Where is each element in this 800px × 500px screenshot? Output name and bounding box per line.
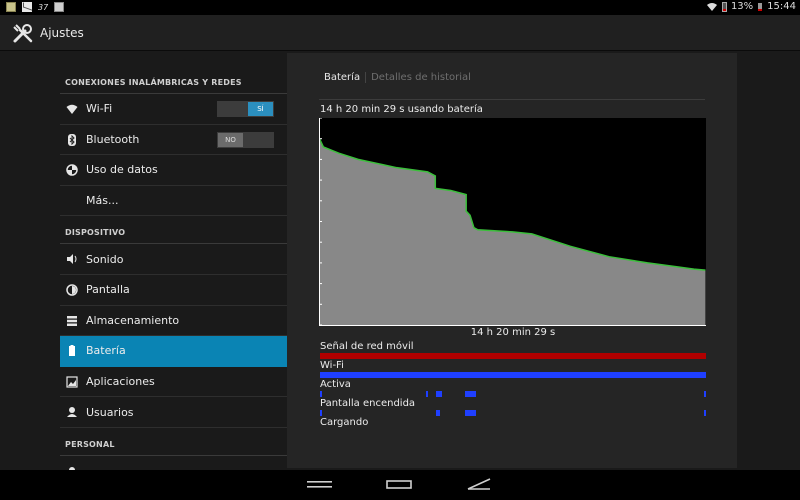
battery-percent: 13% [730, 1, 754, 12]
storage-icon [67, 315, 77, 326]
battery-small-icon [758, 2, 763, 11]
signal-segment [704, 410, 706, 416]
sidebar-item-label: Almacenamiento [86, 313, 180, 327]
sidebar-item-label: Bluetooth [86, 132, 140, 146]
wifi-icon [66, 104, 78, 114]
apps-icon [66, 376, 78, 388]
speaker-icon [67, 254, 77, 265]
section-header-personal: PERSONAL [60, 428, 287, 456]
sidebar-item-label: Wi-Fi [86, 102, 113, 116]
sidebar-item-wifi[interactable]: Wi-Fi SÍ [60, 94, 287, 125]
battery-chart [318, 117, 706, 326]
image-icon [54, 2, 65, 12]
signal-segment [704, 391, 706, 397]
sidebar-item-apps[interactable]: Aplicaciones [60, 367, 287, 398]
battery-panel: Batería Detalles de historial 14 h 20 mi… [287, 53, 737, 468]
status-system: 13% 15:44 [706, 1, 796, 12]
home-button-icon[interactable] [386, 480, 412, 489]
gmail-icon [22, 2, 32, 12]
settings-list: CONEXIONES INALÁMBRICAS Y REDES Wi-Fi SÍ… [60, 66, 287, 470]
sidebar-item-sound[interactable]: Sonido [60, 244, 287, 275]
tools-icon[interactable] [11, 21, 35, 45]
sidebar-item-data-usage[interactable]: Uso de datos [60, 155, 287, 186]
signal-row-label: Señal de red móvil [320, 341, 414, 352]
sidebar-item-storage[interactable]: Almacenamiento [60, 306, 287, 337]
sidebar-item-label: Sonido [86, 252, 124, 266]
notification-icon [6, 2, 16, 12]
tab-battery[interactable]: Batería [324, 72, 367, 83]
sidebar-item-display[interactable]: Pantalla [60, 275, 287, 306]
section-header-wireless: CONEXIONES INALÁMBRICAS Y REDES [60, 66, 287, 94]
signal-segment [320, 391, 322, 397]
battery-status-icon [721, 1, 727, 12]
sidebar-item-bluetooth[interactable]: Bluetooth NO [60, 125, 287, 156]
signal-segment [320, 372, 706, 378]
user-icon [67, 407, 77, 418]
signal-segment [435, 410, 440, 416]
page-title: Ajustes [40, 26, 84, 40]
battery-icon [69, 345, 75, 357]
navigation-bar [0, 470, 800, 500]
signal-row-label: Wi-Fi [320, 360, 344, 371]
sidebar-item-battery[interactable]: Batería [60, 336, 287, 367]
signal-row-label: Pantalla encendida [320, 398, 416, 409]
wifi-toggle-label: SÍ [248, 102, 273, 116]
sidebar-item-label: Pantalla [86, 283, 130, 297]
battery-usage-title: 14 h 20 min 29 s usando batería [320, 104, 483, 115]
sidebar-item-label: Más... [86, 194, 119, 208]
sidebar-item-users[interactable]: Usuarios [60, 397, 287, 428]
network-37-icon: 37 [38, 2, 49, 12]
signal-row-label: Cargando [320, 417, 369, 428]
sidebar-item-label: Uso de datos [86, 163, 158, 177]
signal-segment [320, 410, 322, 416]
battery-chart-svg [318, 117, 706, 326]
battery-tabs: Batería Detalles de historial [324, 72, 471, 83]
tab-divider [319, 99, 705, 100]
status-bar: 37 13% 15:44 [0, 0, 800, 15]
brightness-icon [66, 284, 78, 296]
wifi-signal-icon [706, 2, 717, 11]
status-time: 15:44 [767, 1, 796, 12]
tab-history-details[interactable]: Detalles de historial [366, 72, 471, 83]
sidebar-item-label: Aplicaciones [86, 375, 155, 389]
back-button-icon[interactable] [307, 480, 332, 489]
signal-segment [435, 391, 442, 397]
action-bar: Ajustes [0, 15, 800, 51]
signal-segment [320, 353, 706, 359]
bluetooth-toggle[interactable]: NO [217, 131, 274, 148]
signal-row-label: Activa [320, 379, 351, 390]
sidebar-item-label: Batería [86, 344, 126, 358]
sidebar-item-partial[interactable] [60, 456, 287, 470]
sidebar-item-more[interactable]: Más... [60, 186, 287, 217]
signal-segment [464, 391, 477, 397]
sidebar-item-label: Usuarios [86, 405, 134, 419]
signal-segment [426, 391, 429, 397]
chart-x-label: 14 h 20 min 29 s [470, 327, 556, 338]
data-usage-icon [66, 164, 78, 176]
signal-segment [464, 410, 477, 416]
section-header-device: DISPOSITIVO [60, 216, 287, 245]
bluetooth-toggle-label: NO [218, 132, 243, 147]
status-notifications: 37 [6, 2, 65, 12]
bluetooth-icon [68, 133, 76, 146]
recent-apps-button-icon[interactable] [466, 478, 492, 491]
wifi-toggle[interactable]: SÍ [217, 101, 274, 117]
